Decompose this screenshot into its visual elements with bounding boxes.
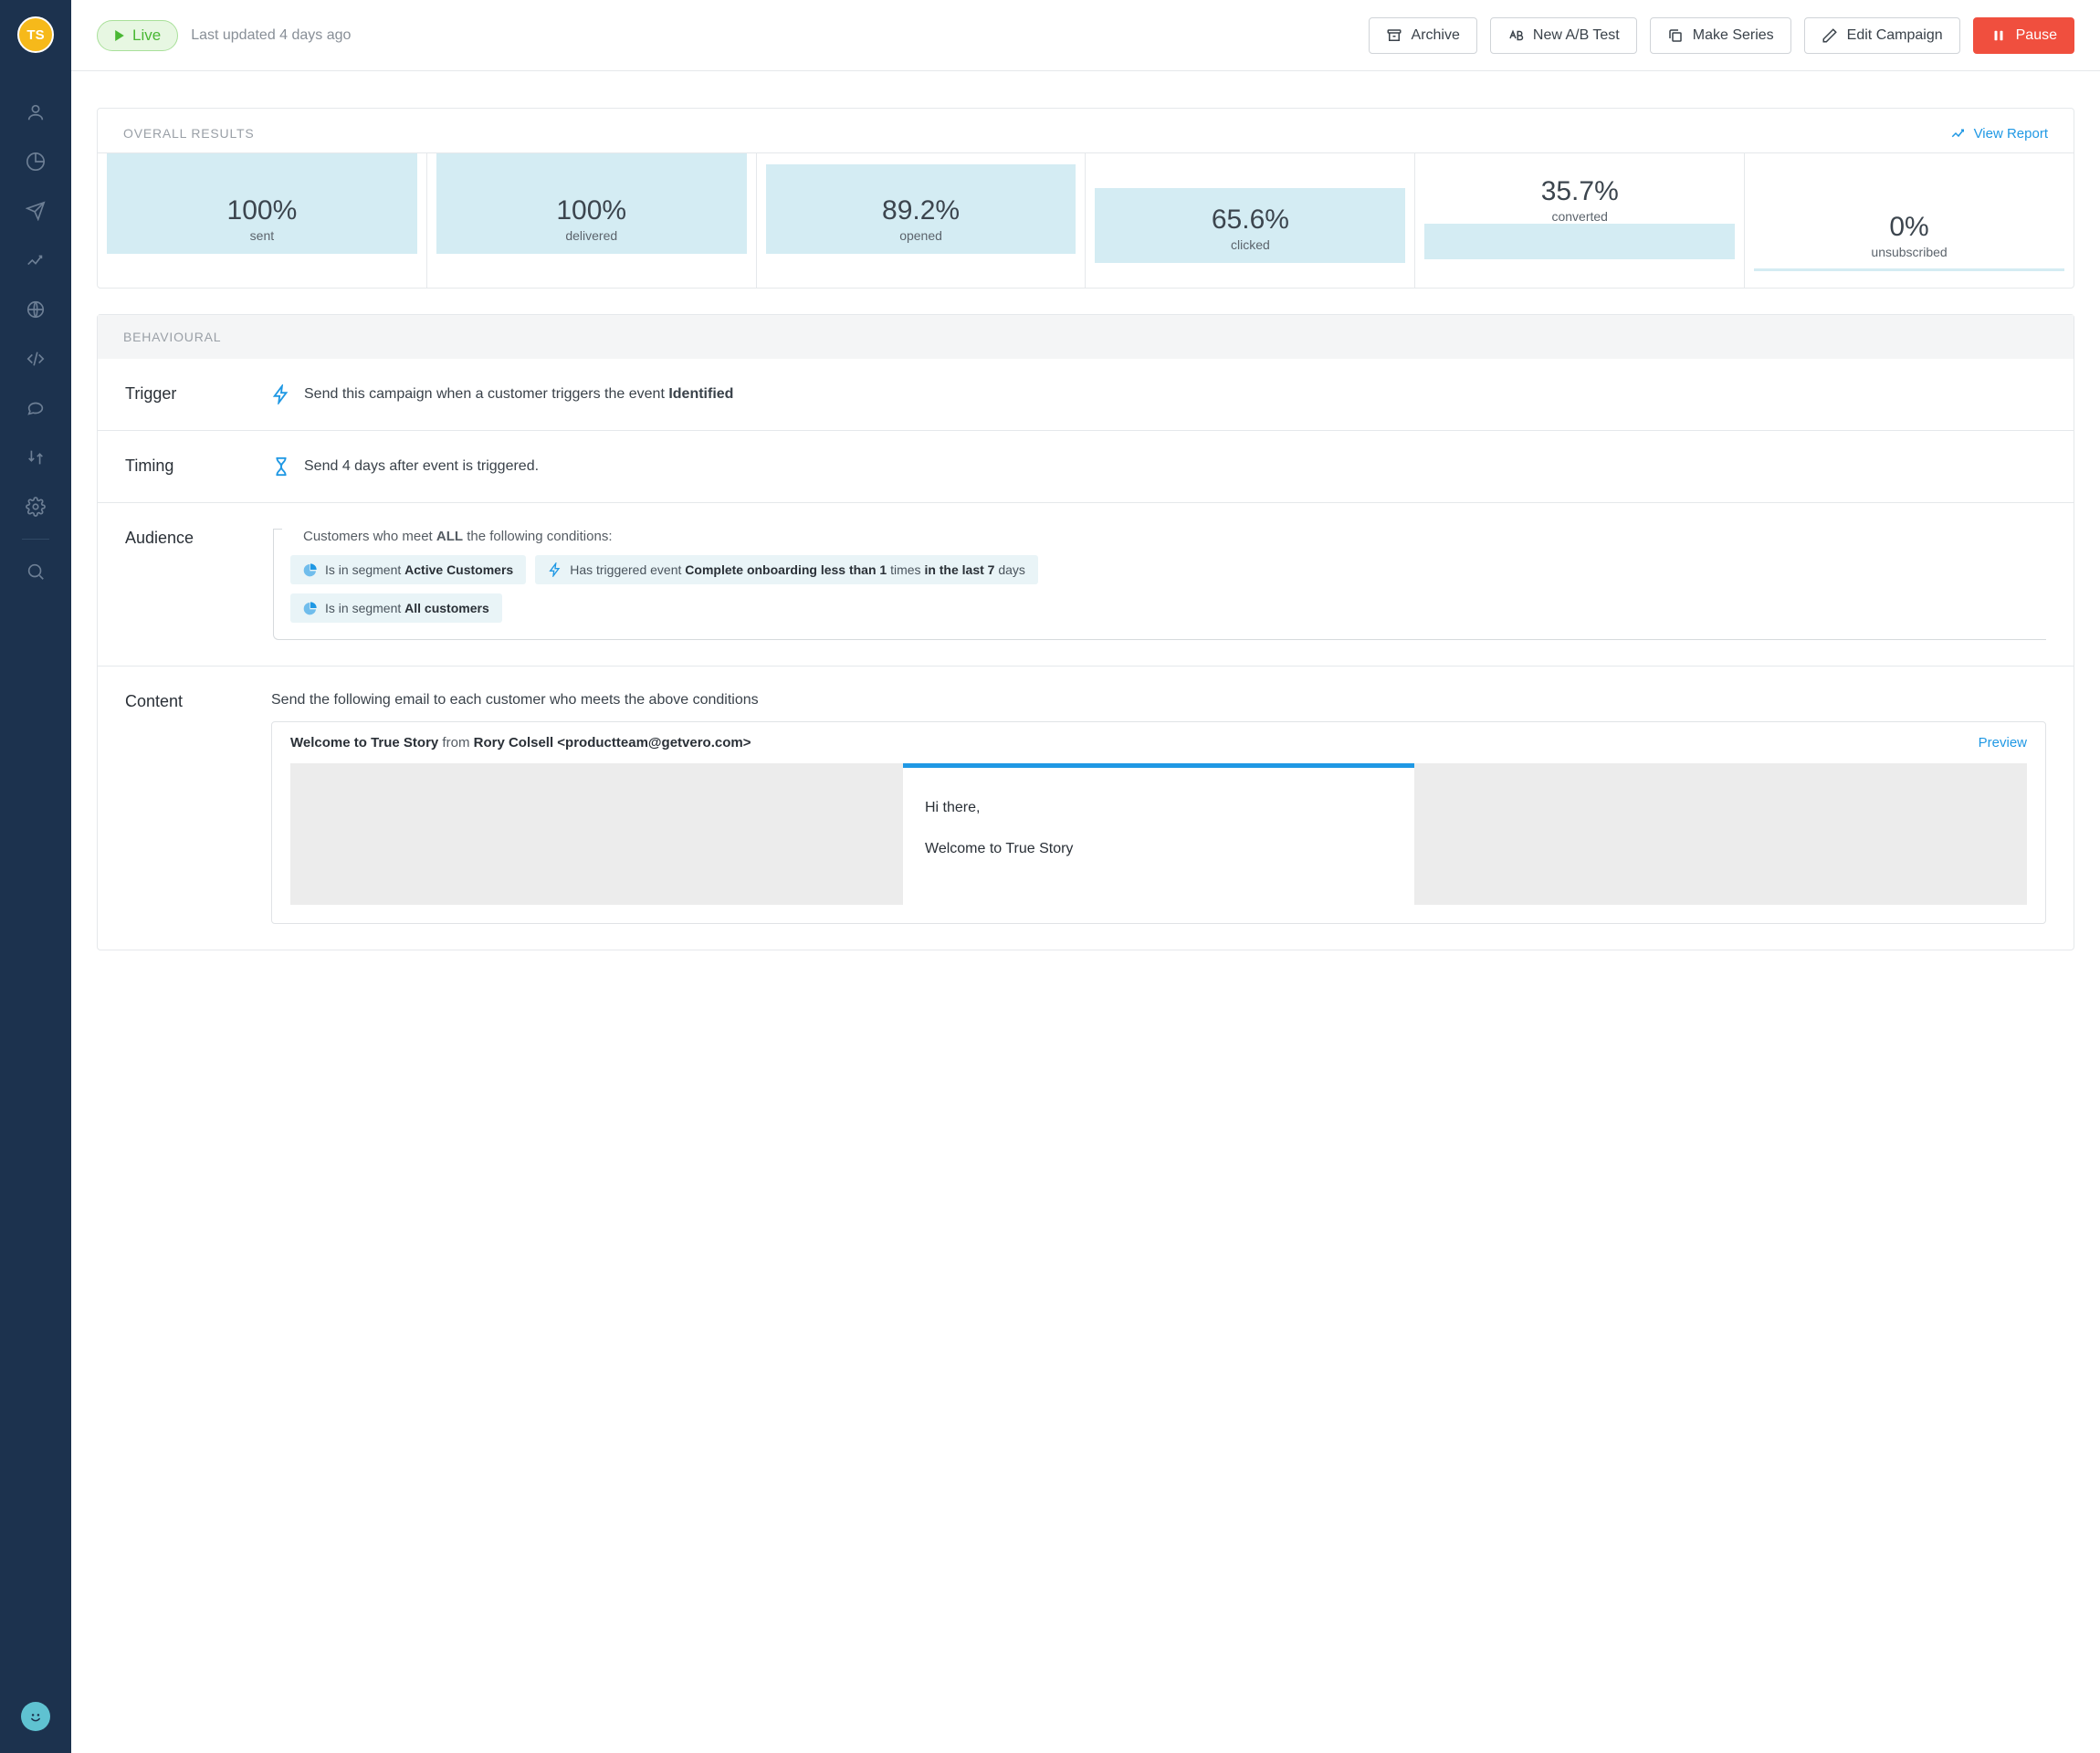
lightning-icon [548, 562, 562, 577]
email-line-1: Welcome to True Story [925, 836, 1392, 861]
lightning-icon [271, 384, 291, 404]
metric-label: opened [899, 228, 942, 243]
edit-campaign-button[interactable]: Edit Campaign [1804, 17, 1960, 54]
nav-settings-icon[interactable] [0, 482, 71, 531]
condition-event-onboarding: Has triggered event Complete onboarding … [535, 555, 1038, 584]
content-row: Content Send the following email to each… [98, 667, 2074, 950]
pie-icon [303, 601, 318, 615]
feedback-smiley-icon[interactable] [21, 1702, 50, 1731]
timing-label: Timing [125, 457, 271, 477]
trigger-text: Send this campaign when a customer trigg… [304, 386, 733, 403]
timing-row: Timing Send 4 days after event is trigge… [98, 431, 2074, 503]
condition-segment-active: Is in segment Active Customers [290, 555, 526, 584]
audience-row: Audience Customers who meet ALL the foll… [98, 503, 2074, 667]
left-sidebar: TS [0, 0, 71, 1753]
trigger-row: Trigger Send this campaign when a custom… [98, 359, 2074, 431]
status-text: Live [132, 26, 161, 45]
content-intro: Send the following email to each custome… [271, 692, 2046, 709]
metric-value: 100% [556, 195, 626, 226]
metric-delivered: 100% delivered [427, 153, 757, 288]
condition-segment-all: Is in segment All customers [290, 593, 502, 623]
play-icon [114, 30, 125, 41]
nav-profile-icon[interactable] [0, 88, 71, 137]
email-card: Welcome to True Story from Rory Colsell … [271, 721, 2046, 924]
metric-label: sent [250, 228, 274, 243]
last-updated: Last updated 4 days ago [191, 27, 351, 44]
overall-results-panel: OVERALL RESULTS View Report 100% sent 10… [97, 108, 2074, 289]
nav-reports-icon[interactable] [0, 236, 71, 285]
email-body: Hi there, Welcome to True Story [903, 763, 1414, 905]
nav-globe-icon[interactable] [0, 285, 71, 334]
report-icon [1950, 125, 1967, 142]
metric-sent: 100% sent [98, 153, 427, 288]
metric-converted: 35.7% converted [1415, 153, 1745, 288]
metric-label: unsubscribed [1871, 245, 1947, 259]
nav-segments-icon[interactable] [0, 137, 71, 186]
nav-campaigns-icon[interactable] [0, 186, 71, 236]
abtest-icon [1507, 27, 1524, 44]
email-greeting: Hi there, [925, 795, 1392, 820]
behavioural-panel: BEHAVIOURAL Trigger Send this campaign w… [97, 314, 2074, 950]
timing-text: Send 4 days after event is triggered. [304, 458, 539, 475]
audience-intro: Customers who meet ALL the following con… [303, 529, 2046, 544]
series-icon [1667, 27, 1684, 44]
nav-divider [22, 539, 49, 540]
trigger-label: Trigger [125, 384, 271, 404]
nav-code-icon[interactable] [0, 334, 71, 383]
metric-label: converted [1551, 209, 1607, 224]
metric-unsubscribed: 0% unsubscribed [1745, 153, 2074, 288]
pencil-icon [1822, 27, 1838, 44]
preview-link[interactable]: Preview [1979, 735, 2027, 751]
avatar-initials: TS [26, 27, 44, 43]
email-subject-line: Welcome to True Story from Rory Colsell … [290, 735, 751, 751]
metric-value: 100% [227, 195, 298, 226]
nav-sort-icon[interactable] [0, 433, 71, 482]
metric-label: clicked [1231, 237, 1270, 252]
pause-icon [1990, 27, 2007, 44]
metric-value: 0% [1889, 212, 1928, 243]
make-series-button[interactable]: Make Series [1650, 17, 1791, 54]
behavioural-title: BEHAVIOURAL [98, 315, 2074, 359]
metric-value: 89.2% [882, 195, 960, 226]
avatar[interactable]: TS [17, 16, 54, 53]
metric-opened: 89.2% opened [757, 153, 1087, 288]
nav-search-icon[interactable] [0, 547, 71, 596]
results-title: OVERALL RESULTS [123, 126, 255, 141]
metric-clicked: 65.6% clicked [1086, 153, 1415, 288]
archive-button[interactable]: Archive [1369, 17, 1477, 54]
view-report-link[interactable]: View Report [1950, 125, 2048, 142]
topbar: Live Last updated 4 days ago Archive New… [71, 0, 2100, 71]
nav-chat-icon[interactable] [0, 383, 71, 433]
hourglass-icon [271, 457, 291, 477]
pie-icon [303, 562, 318, 577]
metrics-row: 100% sent 100% delivered 89.2% opened 65… [98, 152, 2074, 288]
metric-label: delivered [565, 228, 617, 243]
metric-value: 35.7% [1541, 176, 1619, 207]
status-badge: Live [97, 20, 178, 51]
new-ab-test-button[interactable]: New A/B Test [1490, 17, 1637, 54]
content-label: Content [125, 692, 271, 924]
archive-icon [1386, 27, 1402, 44]
pause-button[interactable]: Pause [1973, 17, 2074, 54]
metric-value: 65.6% [1212, 205, 1289, 236]
audience-label: Audience [125, 529, 271, 640]
